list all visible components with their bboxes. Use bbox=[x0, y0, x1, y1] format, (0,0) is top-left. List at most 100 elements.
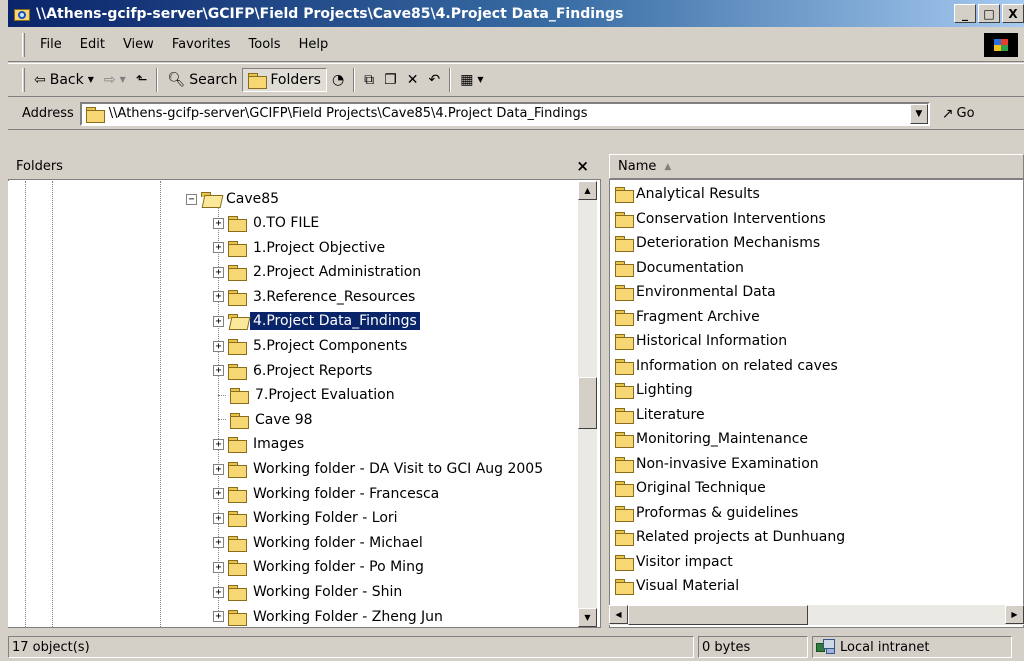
undo-button[interactable]: ↶ bbox=[423, 70, 445, 90]
tree-node-folder[interactable]: + Working Folder - Zheng Jun bbox=[213, 606, 446, 627]
expand-toggle-icon[interactable]: + bbox=[213, 611, 224, 623]
toolbar-grip[interactable] bbox=[22, 68, 25, 92]
expand-toggle-icon[interactable]: + bbox=[213, 242, 224, 254]
list-item[interactable]: Literature bbox=[609, 403, 1024, 428]
list-item[interactable]: Analytical Results bbox=[609, 182, 1024, 207]
views-dropdown-icon[interactable]: ▼ bbox=[477, 73, 483, 87]
file-list-horizontal-scrollbar[interactable]: ◀ ▶ bbox=[609, 605, 1024, 625]
tree-node-folder[interactable]: +3.Reference_Resources bbox=[213, 286, 418, 308]
list-item[interactable]: Historical Information bbox=[609, 329, 1024, 354]
list-item[interactable]: Deterioration Mechanisms bbox=[609, 231, 1024, 256]
expand-toggle-icon[interactable]: + bbox=[213, 537, 224, 549]
list-item[interactable]: Documentation bbox=[609, 256, 1024, 281]
list-item[interactable]: Non-invasive Examination bbox=[609, 452, 1024, 477]
history-button[interactable]: ◔ bbox=[327, 70, 349, 90]
tree-node-folder[interactable]: +0.TO FILE bbox=[213, 212, 322, 234]
address-bar: Address \\Athens-gcifp-server\GCIFP\Fiel… bbox=[8, 98, 1024, 130]
delete-button[interactable]: ✕ bbox=[402, 70, 424, 90]
search-button[interactable]: 🔍︎ Search bbox=[162, 69, 242, 91]
scroll-up-button[interactable]: ▲ bbox=[578, 181, 597, 200]
list-item[interactable]: Monitoring_Maintenance bbox=[609, 427, 1024, 452]
tree-node-folder[interactable]: + Working folder - Francesca bbox=[213, 483, 442, 505]
address-value[interactable]: \\Athens-gcifp-server\GCIFP\Field Projec… bbox=[109, 106, 588, 121]
tree-node-root[interactable]: − Cave85 bbox=[186, 188, 282, 210]
tree-node-folder[interactable]: + Working Folder - Shin bbox=[213, 581, 405, 603]
tree-node-folder[interactable]: 7.Project Evaluation bbox=[213, 384, 398, 406]
copy-to-button[interactable]: ❐ bbox=[379, 70, 402, 90]
list-item[interactable]: Information on related caves bbox=[609, 354, 1024, 379]
tree-node-folder[interactable]: Cave 98 bbox=[213, 409, 316, 431]
scroll-left-button[interactable]: ◀ bbox=[609, 605, 628, 624]
tree-node-folder[interactable]: +4.Project Data_Findings bbox=[213, 310, 421, 332]
tree-node-folder[interactable]: + Working Folder - Lori bbox=[213, 507, 401, 529]
menu-grip[interactable] bbox=[22, 32, 25, 57]
expand-toggle-icon[interactable]: + bbox=[213, 561, 224, 573]
menu-help[interactable]: Help bbox=[290, 34, 338, 55]
list-item[interactable]: Conservation Interventions bbox=[609, 207, 1024, 232]
list-item[interactable]: Original Technique bbox=[609, 476, 1024, 501]
expand-toggle-icon[interactable]: + bbox=[213, 438, 224, 450]
list-item[interactable]: Environmental Data bbox=[609, 280, 1024, 305]
folder-icon bbox=[228, 240, 247, 257]
up-folder-button[interactable]: ⬑ bbox=[131, 70, 153, 90]
menu-file[interactable]: File bbox=[31, 34, 71, 55]
menu-tools[interactable]: Tools bbox=[240, 34, 290, 55]
scroll-thumb[interactable] bbox=[578, 377, 597, 429]
forward-button[interactable]: ⇨ ▼ bbox=[99, 70, 131, 90]
address-input[interactable]: \\Athens-gcifp-server\GCIFP\Field Projec… bbox=[79, 101, 930, 126]
history-icon: ◔ bbox=[331, 72, 345, 88]
minimize-button[interactable]: _ bbox=[954, 4, 976, 23]
tree-node-folder[interactable]: +6.Project Reports bbox=[213, 360, 375, 382]
expand-toggle-icon[interactable]: + bbox=[213, 586, 224, 598]
expand-toggle-icon[interactable]: + bbox=[213, 315, 224, 327]
tree-node-folder[interactable]: + Working folder - Po Ming bbox=[213, 556, 427, 578]
menu-favorites[interactable]: Favorites bbox=[163, 34, 240, 55]
move-to-button[interactable]: ⧉ bbox=[359, 70, 379, 90]
list-item[interactable]: Related projects at Dunhuang bbox=[609, 525, 1024, 550]
address-dropdown-button[interactable]: ▼ bbox=[909, 103, 928, 124]
list-item[interactable]: Fragment Archive bbox=[609, 305, 1024, 330]
menu-edit[interactable]: Edit bbox=[71, 34, 114, 55]
forward-dropdown-icon[interactable]: ▼ bbox=[120, 73, 126, 87]
expand-toggle-icon[interactable]: + bbox=[213, 291, 224, 303]
address-label: Address bbox=[22, 106, 74, 121]
views-button[interactable]: ▦ ▼ bbox=[455, 70, 488, 90]
tree-node-folder[interactable]: + Images bbox=[213, 433, 307, 455]
expand-toggle-icon[interactable]: + bbox=[213, 365, 224, 377]
tree-node-folder[interactable]: +5.Project Components bbox=[213, 335, 410, 357]
list-item[interactable]: Visual Material bbox=[609, 574, 1024, 599]
list-item[interactable]: Lighting bbox=[609, 378, 1024, 403]
expand-toggle-icon[interactable]: + bbox=[213, 217, 224, 229]
tree-node-folder[interactable]: +1.Project Objective bbox=[213, 237, 388, 259]
list-item-label: Conservation Interventions bbox=[636, 210, 826, 227]
back-dropdown-icon[interactable]: ▼ bbox=[88, 73, 94, 87]
expand-toggle-icon[interactable]: + bbox=[213, 340, 224, 352]
horizontal-scroll-thumb[interactable] bbox=[628, 605, 808, 625]
scroll-down-button[interactable]: ▼ bbox=[578, 608, 597, 627]
go-button[interactable]: ↗ Go bbox=[942, 106, 975, 121]
expand-toggle-icon[interactable]: + bbox=[213, 512, 224, 524]
scroll-right-button[interactable]: ▶ bbox=[1005, 605, 1024, 624]
collapse-toggle-icon[interactable]: − bbox=[186, 193, 197, 205]
list-item[interactable]: Visitor impact bbox=[609, 550, 1024, 575]
address-folder-icon bbox=[85, 106, 105, 123]
menu-view[interactable]: View bbox=[114, 34, 163, 55]
status-object-count: 17 object(s) bbox=[8, 636, 694, 658]
maximize-button[interactable]: □ bbox=[978, 4, 1000, 23]
expand-toggle-icon[interactable]: + bbox=[213, 488, 224, 500]
expand-toggle-icon[interactable]: + bbox=[213, 266, 224, 278]
back-button[interactable]: ⇦ Back ▼ bbox=[29, 69, 99, 91]
list-item[interactable]: Proformas & guidelines bbox=[609, 501, 1024, 526]
folders-vertical-scrollbar[interactable]: ▲ ▼ bbox=[578, 181, 597, 627]
tree-node-folder[interactable]: +2.Project Administration bbox=[213, 261, 424, 283]
close-button[interactable]: X bbox=[1002, 4, 1024, 23]
column-header-name[interactable]: Name ▲ bbox=[609, 154, 1024, 179]
folders-button[interactable]: Folders bbox=[242, 68, 327, 92]
tree-node-folder[interactable]: + Working folder - Michael bbox=[213, 532, 426, 554]
tree-node-folder[interactable]: + Working folder - DA Visit to GCI Aug 20… bbox=[213, 458, 546, 480]
folders-pane-close-button[interactable]: × bbox=[576, 157, 589, 175]
expand-toggle-icon[interactable]: + bbox=[213, 463, 224, 475]
tree-node-label: 7.Project Evaluation bbox=[255, 387, 395, 404]
tree-node-label: 1.Project Objective bbox=[253, 239, 386, 256]
folder-icon bbox=[228, 486, 247, 503]
